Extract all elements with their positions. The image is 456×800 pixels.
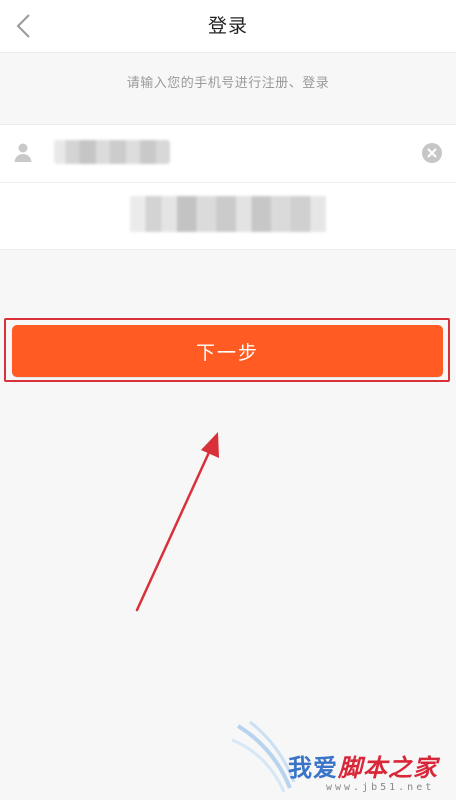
nav-header: 登录 xyxy=(0,0,456,53)
page-title: 登录 xyxy=(207,15,248,37)
next-step-button[interactable]: 下一步 xyxy=(12,325,443,377)
watermark-text: 我爱脚本之家 xyxy=(288,754,438,782)
annotation-arrow xyxy=(135,432,219,612)
watermark: 我爱脚本之家 www.jb51.net xyxy=(228,718,456,800)
obscured-code-value xyxy=(130,196,326,232)
watermark-url: www.jb51.net xyxy=(326,782,435,793)
obscured-phone-value xyxy=(54,140,170,164)
divider xyxy=(0,182,456,183)
instruction-text: 请输入您的手机号进行注册、登录 xyxy=(126,76,330,91)
user-icon xyxy=(14,143,32,162)
clear-circle-icon[interactable] xyxy=(421,142,443,164)
login-screen: 登录 请输入您的手机号进行注册、登录 下一步 我爱脚本之家 www.jb51.n… xyxy=(0,0,456,800)
